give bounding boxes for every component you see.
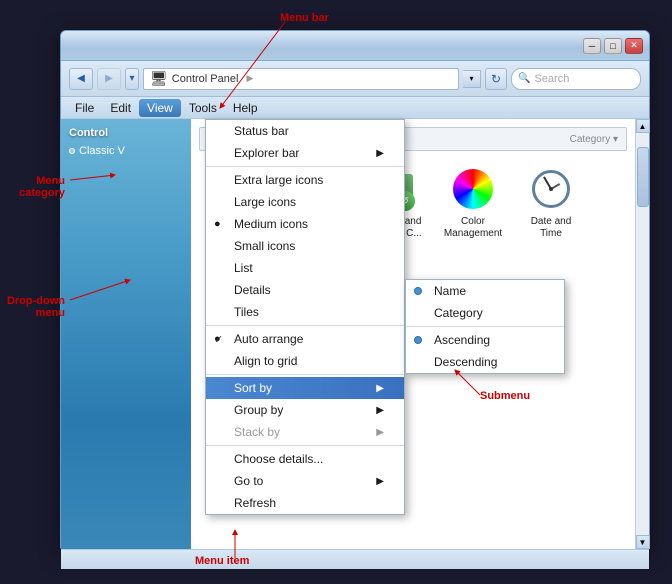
dropdown-menu-item[interactable]: Refresh — [206, 492, 404, 514]
view-dropdown-menu: Status bar Explorer bar ▶ Extra large icons… — [205, 119, 405, 515]
submenu-bullet — [414, 287, 422, 295]
submenu-arrow-icon: ▶ — [376, 148, 384, 159]
title-bar: ─ □ ✕ — [61, 31, 649, 61]
sidebar-bullet — [69, 148, 75, 154]
menu-tools[interactable]: Tools — [181, 99, 225, 117]
dropdown-menu-item[interactable]: Choose details... — [206, 448, 404, 470]
menu-item-label: Small icons — [234, 239, 295, 253]
menu-bar: File Edit View Tools Help — [61, 97, 649, 119]
menu-item-label: Choose details... — [234, 452, 323, 466]
menu-item-label: Tiles — [234, 305, 259, 319]
menu-item-label: Explorer bar — [234, 146, 299, 160]
maximize-button[interactable]: □ — [604, 38, 622, 54]
dropdown-menu-item[interactable]: List — [206, 257, 404, 279]
dropdown-menu-item[interactable]: Group by ▶ — [206, 399, 404, 421]
menu-item-label: Medium icons — [234, 217, 308, 231]
window: ─ □ ✕ ◀ ▶ ▾ 🖥 Control Panel ▶ ▾ ↻ 🔍 Sear… — [60, 30, 650, 550]
scrollbar-vertical[interactable]: ▲ ▼ — [635, 119, 649, 549]
sidebar-item[interactable]: Classic V — [69, 145, 183, 157]
menu-item-label: Go to — [234, 474, 263, 488]
submenu-arrow-icon: ▶ — [376, 427, 384, 438]
dropdown-annotation-label: Drop-down menu — [5, 295, 65, 319]
submenu-item[interactable]: Name — [406, 280, 564, 302]
menu-item-label: Group by — [234, 403, 283, 417]
dropdown-menu-item[interactable]: Small icons — [206, 235, 404, 257]
dropdown-menu-item[interactable]: ●✓Auto arrange — [206, 328, 404, 350]
icon-item[interactable]: Date and Time — [515, 161, 587, 244]
submenu-item-label: Category — [434, 306, 483, 320]
submenu-arrow-icon: ▶ — [376, 405, 384, 416]
icon-item[interactable]: Color Management — [437, 161, 509, 244]
submenu-item-label: Name — [434, 284, 466, 298]
submenu-separator — [406, 326, 564, 327]
close-button[interactable]: ✕ — [625, 38, 643, 54]
menu-separator — [206, 445, 404, 446]
back-button[interactable]: ◀ — [69, 68, 93, 90]
dropdown-menu-item[interactable]: Extra large icons — [206, 169, 404, 191]
menuitem-annotation-label: Menu item — [195, 555, 249, 567]
menu-help[interactable]: Help — [225, 99, 266, 117]
menu-edit[interactable]: Edit — [102, 99, 139, 117]
title-bar-controls: ─ □ ✕ — [583, 38, 643, 54]
sidebar: Control Classic V — [61, 119, 191, 549]
dropdown-menu-item[interactable]: Details — [206, 279, 404, 301]
menu-item-label: Auto arrange — [234, 332, 303, 346]
submenu-item[interactable]: Category — [406, 302, 564, 324]
submenu-bullet — [414, 336, 422, 344]
forward-button[interactable]: ▶ — [97, 68, 121, 90]
submenu-arrow-icon: ▶ — [376, 476, 384, 487]
dropdown-menu-item[interactable]: Tiles — [206, 301, 404, 323]
icon-label: Date and Time — [519, 216, 583, 240]
toolbar: ◀ ▶ ▾ 🖥 Control Panel ▶ ▾ ↻ 🔍 Search — [61, 61, 649, 97]
submenu-item[interactable]: Descending — [406, 351, 564, 373]
minimize-button[interactable]: ─ — [583, 38, 601, 54]
submenu-annotation-label: Submenu — [480, 390, 530, 402]
submenu-arrow-icon: ▶ — [376, 383, 384, 394]
dropdown-arrow-button[interactable]: ▾ — [125, 68, 139, 90]
menu-item-label: Large icons — [234, 195, 296, 209]
refresh-button[interactable]: ↻ — [485, 68, 507, 90]
menu-item-label: Align to grid — [234, 354, 297, 368]
menu-item-label: List — [234, 261, 253, 275]
submenu-item-label: Ascending — [434, 333, 490, 347]
dropdown-menu-item[interactable]: Align to grid — [206, 350, 404, 372]
dropdown-menu-item[interactable]: Large icons — [206, 191, 404, 213]
scrollbar-thumb[interactable] — [637, 147, 649, 207]
scroll-down-arrow[interactable]: ▼ — [636, 535, 650, 549]
menu-view[interactable]: View — [139, 99, 181, 117]
dropdown-menu-item[interactable]: Status bar — [206, 120, 404, 142]
sidebar-title: Control — [69, 127, 183, 139]
menu-item-label: Refresh — [234, 496, 276, 510]
menu-item-label: Details — [234, 283, 271, 297]
status-bar — [61, 549, 649, 569]
menu-item-label: Status bar — [234, 124, 289, 138]
checkmark-icon: ● — [214, 218, 221, 230]
address-bar[interactable]: 🖥 Control Panel ▶ — [143, 68, 459, 90]
sortby-submenu: Name Category Ascending Descending — [405, 279, 565, 374]
menu-file[interactable]: File — [67, 99, 102, 117]
submenu-item[interactable]: Ascending — [406, 329, 564, 351]
menubar-annotation-label: Menu bar — [280, 12, 329, 24]
address-dropdown[interactable]: ▾ — [463, 70, 481, 88]
dropdown-menu-item: Stack by ▶ — [206, 421, 404, 443]
menu-item-label: Stack by — [234, 425, 280, 439]
menu-separator — [206, 325, 404, 326]
dropdown-menu-item[interactable]: Explorer bar ▶ — [206, 142, 404, 164]
menucategory-annotation-label: Menu category — [5, 175, 65, 199]
menu-separator — [206, 166, 404, 167]
scroll-up-arrow[interactable]: ▲ — [636, 119, 650, 133]
dropdown-menu-item[interactable]: Go to ▶ — [206, 470, 404, 492]
search-bar[interactable]: 🔍 Search — [511, 68, 641, 90]
menu-item-label: Sort by — [234, 381, 272, 395]
dropdown-menu-item[interactable]: Sort by ▶ — [206, 377, 404, 399]
menu-item-label: Extra large icons — [234, 173, 323, 187]
icon-label: Color Management — [441, 216, 505, 240]
check-icon: ✓ — [214, 333, 223, 346]
submenu-item-label: Descending — [434, 355, 497, 369]
dropdown-menu-item[interactable]: ● Medium icons — [206, 213, 404, 235]
menu-separator — [206, 374, 404, 375]
